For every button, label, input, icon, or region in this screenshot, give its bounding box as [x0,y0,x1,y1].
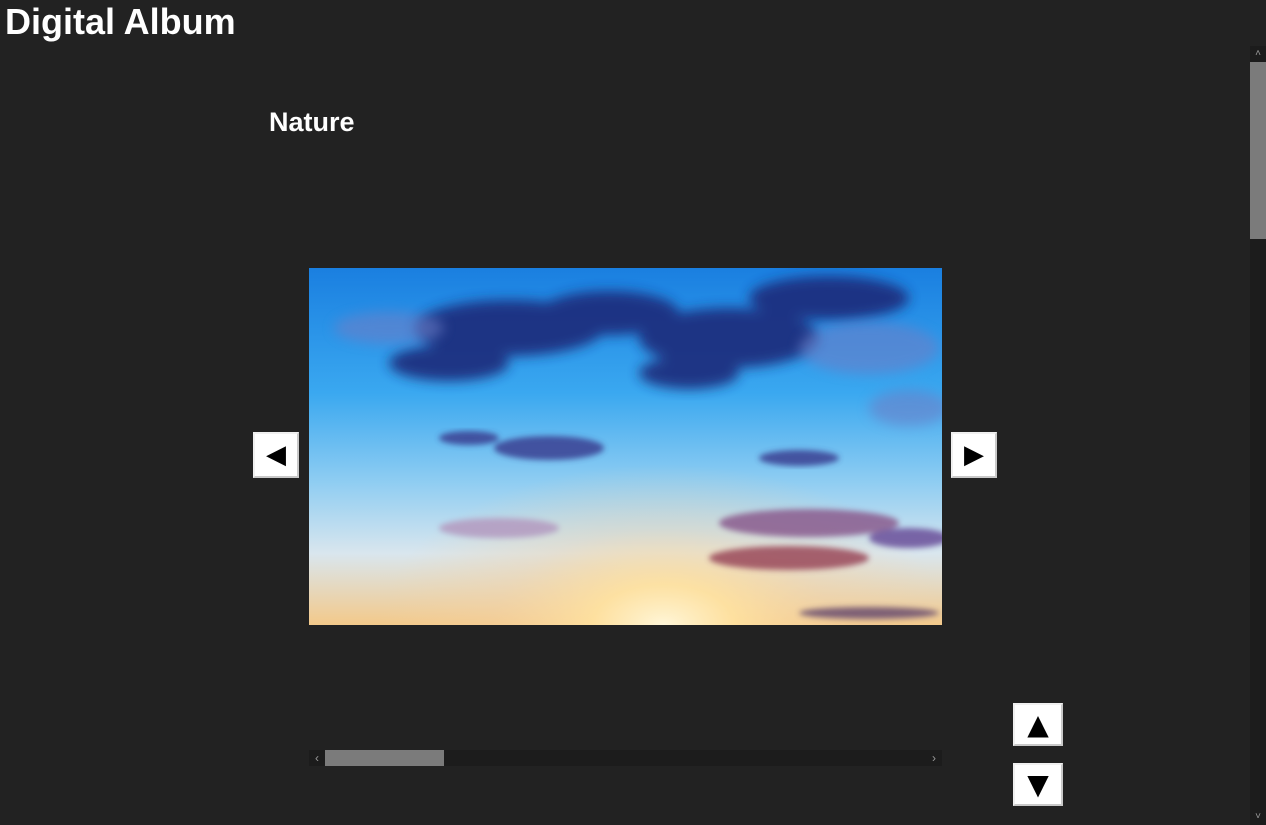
triangle-right-icon: ▶ [964,440,984,470]
next-photo-button[interactable]: ▶ [951,432,997,478]
scroll-right-icon[interactable]: › [926,750,942,766]
scroll-down-arrow-icon[interactable]: ˅ [1250,809,1266,825]
scroll-down-button[interactable]: ▼ [1013,763,1063,806]
scroll-left-icon[interactable]: ‹ [309,750,325,766]
digital-album-page: Digital Album Nature ◀ ▶ ‹ › ▲ ▼ ˄ ˅ [0,0,1266,825]
album-title: Nature [269,107,355,137]
album-photo [309,268,942,625]
scroll-up-button[interactable]: ▲ [1013,703,1063,746]
page-vertical-scrollbar[interactable]: ˄ ˅ [1250,46,1266,825]
horizontal-scroll-thumb[interactable] [325,750,444,766]
triangle-down-icon: ▼ [1027,768,1049,801]
previous-photo-button[interactable]: ◀ [253,432,299,478]
app-title: Digital Album [5,1,236,42]
vertical-scroll-thumb[interactable] [1250,62,1266,239]
scroll-up-arrow-icon[interactable]: ˄ [1250,46,1266,62]
triangle-up-icon: ▲ [1027,708,1049,741]
photo-horizontal-scrollbar[interactable]: ‹ › [309,750,942,766]
triangle-left-icon: ◀ [266,440,286,470]
